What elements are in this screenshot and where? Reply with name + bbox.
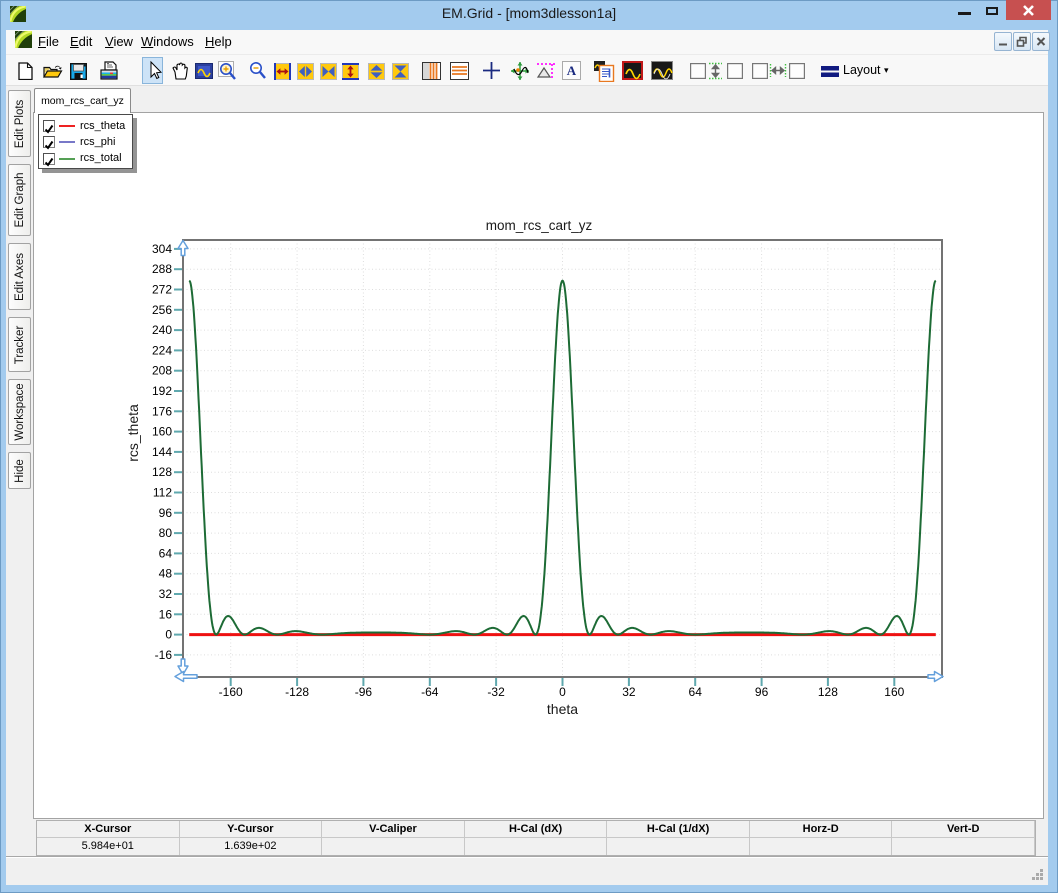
- svg-text:176: 176: [152, 404, 172, 418]
- svg-text:208: 208: [152, 364, 172, 378]
- svg-text:80: 80: [159, 526, 173, 540]
- svg-text:96: 96: [159, 506, 173, 520]
- svg-text:theta: theta: [547, 701, 578, 717]
- svg-text:112: 112: [153, 486, 172, 500]
- svg-text:-96: -96: [355, 685, 373, 699]
- svg-text:192: 192: [152, 384, 172, 398]
- svg-text:160: 160: [152, 425, 172, 439]
- svg-text:rcs_theta: rcs_theta: [125, 404, 141, 462]
- svg-text:-160: -160: [219, 685, 243, 699]
- svg-text:-16: -16: [155, 648, 173, 662]
- svg-text:A: A: [567, 63, 577, 78]
- svg-text:16: 16: [159, 607, 173, 621]
- svg-text:0: 0: [559, 685, 566, 699]
- svg-text:128: 128: [152, 465, 172, 479]
- svg-text:48: 48: [159, 567, 173, 581]
- svg-text:160: 160: [884, 685, 904, 699]
- svg-text:32: 32: [622, 685, 636, 699]
- svg-text:256: 256: [152, 303, 172, 317]
- svg-text:304: 304: [152, 242, 172, 256]
- svg-text:288: 288: [152, 262, 172, 276]
- svg-text:224: 224: [152, 343, 172, 357]
- svg-text:272: 272: [152, 283, 172, 297]
- svg-text:64: 64: [159, 546, 173, 560]
- svg-text:32: 32: [159, 587, 173, 601]
- svg-text:-32: -32: [487, 685, 505, 699]
- svg-text:144: 144: [152, 445, 172, 459]
- svg-text:96: 96: [755, 685, 769, 699]
- svg-text:128: 128: [818, 685, 838, 699]
- svg-text:-128: -128: [285, 685, 309, 699]
- svg-text:-64: -64: [421, 685, 439, 699]
- svg-text:mom_rcs_cart_yz: mom_rcs_cart_yz: [486, 218, 593, 233]
- svg-text:0: 0: [165, 628, 172, 642]
- svg-text:240: 240: [152, 323, 172, 337]
- svg-text:64: 64: [689, 685, 703, 699]
